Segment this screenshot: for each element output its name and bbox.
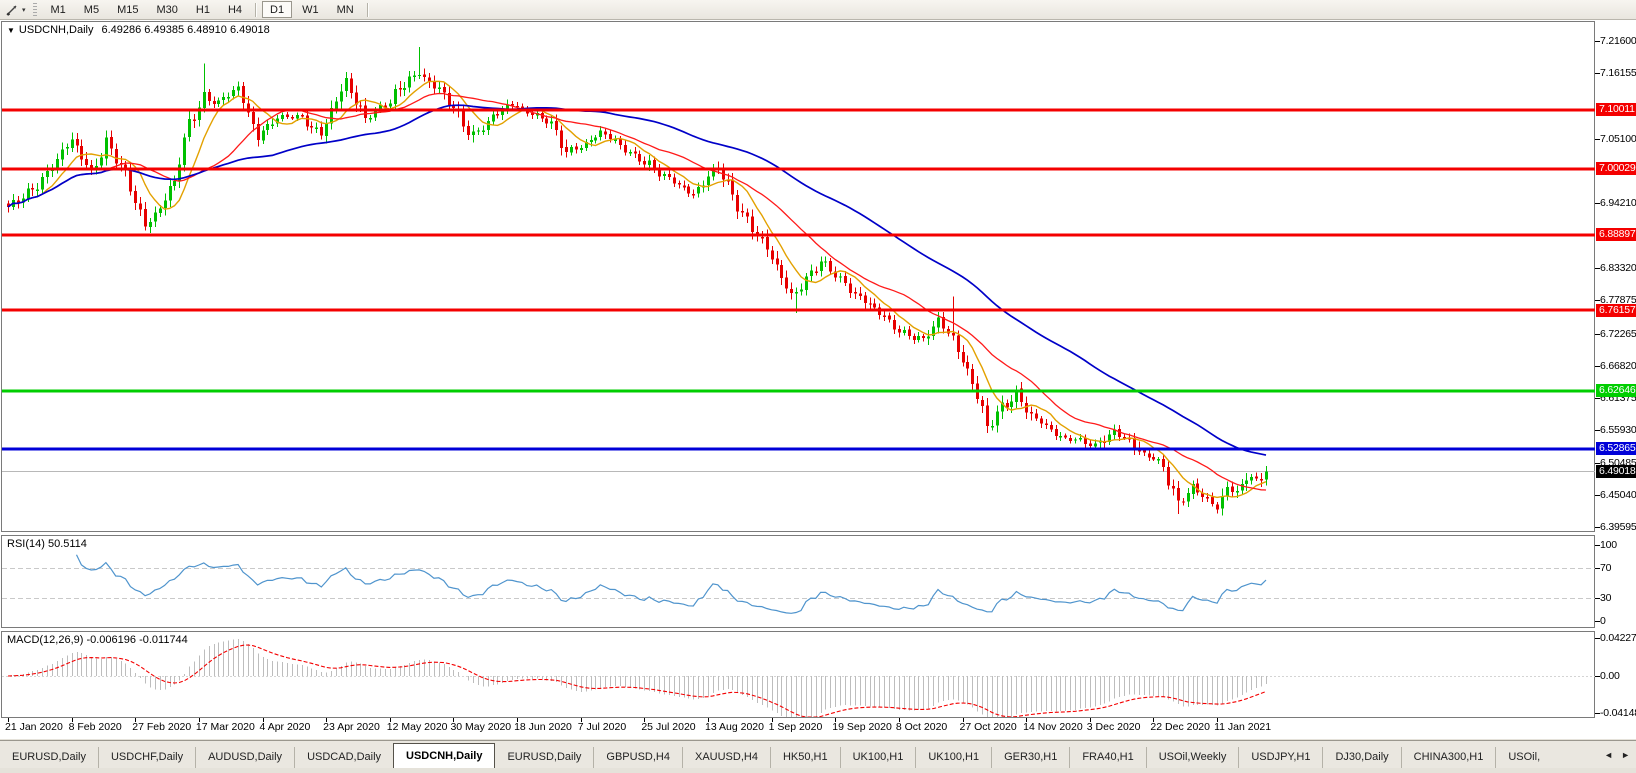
price-level-tag[interactable]: 6.62646 [1596,384,1636,398]
date-axis-label: 4 Apr 2020 [259,721,311,733]
timeframe-button-d1[interactable]: D1 [262,1,293,18]
date-axis-label: 21 Jan 2020 [5,721,63,733]
collapse-arrow-icon[interactable]: ▼ [7,26,15,35]
price-level-tag[interactable]: 7.00029 [1596,162,1636,176]
chevron-down-icon[interactable]: ▾ [22,6,26,14]
rsi-axis-label: 30 [1600,592,1612,605]
macd-axis-label: -0.04148 [1600,707,1636,720]
chart-symbol-label: USDCNH,Daily [18,24,94,36]
timeframe-button-w1[interactable]: W1 [294,1,327,18]
chart-quote-values: 6.49286 6.49385 6.48910 6.49018 [101,24,270,36]
date-axis-label: 30 May 2020 [450,721,512,733]
chart-title: ▼ USDCNH,Daily 6.49286 6.49385 6.48910 6.4… [7,24,270,36]
cursor-tool-button[interactable]: ▾ [2,1,29,18]
toolbar-grip[interactable] [32,3,37,16]
price-chart-panel[interactable] [1,21,1595,532]
chart-tabs: EURUSD,Daily USDCHF,Daily AUDUSD,Daily USDC… [0,741,1598,768]
price-axis-label: 6.72265 [1600,327,1636,340]
tab-scroll-right-icon[interactable]: ► [1621,750,1630,760]
timeframe-button-m5[interactable]: M5 [76,1,107,18]
toolbar-separator [366,2,369,17]
chart-tab-usdchf-daily[interactable]: USDCHF,Daily [97,747,195,768]
timeframe-button-h1[interactable]: H1 [188,1,218,18]
price-axis-label: 6.39595 [1600,521,1636,534]
price-axis-label: 6.45040 [1600,489,1636,501]
date-axis-label: 22 Dec 2020 [1150,721,1210,733]
date-axis-label: 25 Jul 2020 [641,721,696,733]
date-axis-label: 12 May 2020 [386,721,448,733]
chart-tab-bar: EURUSD,Daily USDCHF,Daily AUDUSD,Daily USDC… [0,740,1636,768]
price-level-tag[interactable]: 6.52865 [1596,442,1636,456]
chart-tab-usdcnh-daily[interactable]: USDCNH,Daily [393,743,496,768]
chart-tab-usoil[interactable]: USOil, [1495,747,1552,768]
chart-tab-usdjpy-h1[interactable]: USDJPY,H1 [1238,747,1322,768]
date-axis-label: 27 Oct 2020 [959,721,1017,733]
date-axis-label: 3 Dec 2020 [1086,721,1141,733]
chart-tab-usoil-weekly[interactable]: USOil,Weekly [1145,747,1239,768]
price-axis-label: 6.83320 [1600,262,1636,274]
date-axis-label: 11 Jan 2021 [1214,721,1272,733]
timeframe-button-m15[interactable]: M15 [109,1,146,18]
date-axis-label: 13 Aug 2020 [704,721,764,733]
macd-indicator-panel[interactable] [1,631,1595,718]
date-axis-label: 17 Mar 2020 [195,721,255,733]
timeframe-buttons: M1 M5 M15 M30 H1 H4 D1 W1 MN [42,1,373,18]
price-level-tag[interactable]: 6.88897 [1596,228,1636,242]
timeframe-button-m30[interactable]: M30 [148,1,185,18]
tab-scroll-buttons: ◄ ► [1598,741,1636,768]
timeframe-button-h4[interactable]: H4 [220,1,250,18]
date-axis-label: 19 Sep 2020 [832,721,892,733]
date-axis-label: 27 Feb 2020 [132,721,192,733]
chart-tab-dj30-daily[interactable]: DJ30,Daily [1322,747,1400,768]
toolbar-separator [255,2,258,17]
price-level-tag[interactable]: 6.76157 [1596,303,1636,317]
chart-tab-eurusd-daily[interactable]: EURUSD,Daily [495,747,593,768]
rsi-indicator-label: RSI(14) 50.5114 [7,538,87,550]
date-axis-label: 8 Feb 2020 [68,721,122,733]
date-axis-label: 8 Oct 2020 [895,721,948,733]
chart-tab-fra40-h1[interactable]: FRA40,H1 [1069,747,1145,768]
price-axis-label: 7.21600 [1600,35,1636,47]
date-axis-label: 14 Nov 2020 [1023,721,1083,733]
chart-tab-audusd-daily[interactable]: AUDUSD,Daily [195,747,294,768]
chart-tab-china300-h1[interactable]: CHINA300,H1 [1400,747,1496,768]
cursor-tool-icon [6,5,17,16]
chart-tab-xauusd-h4[interactable]: XAUUSD,H4 [681,747,770,768]
chart-tab-gbpusd-h4[interactable]: GBPUSD,H4 [593,747,682,768]
price-axis-label: 6.66820 [1600,359,1636,372]
chart-tab-usdcad-daily[interactable]: USDCAD,Daily [294,747,393,768]
macd-axis-label: 0.042275 [1600,631,1636,644]
date-axis-label: 1 Sep 2020 [768,721,823,733]
current-price-tag: 6.49018 [1596,464,1636,478]
rsi-axis-label: 0 [1600,615,1606,627]
price-level-tag[interactable]: 7.10011 [1596,103,1636,117]
chart-tab-uk100-h1[interactable]: UK100,H1 [839,747,916,768]
mt4-terminal: { "toolbar": { "dropdown_glyph": "▾", "t… [0,0,1636,773]
chart-tab-eurusd-daily[interactable]: EURUSD,Daily [0,747,98,768]
timeframe-toolbar: ▾ M1 M5 M15 M30 H1 H4 D1 W1 MN [0,0,1636,20]
rsi-indicator-panel[interactable] [1,535,1595,628]
price-axis-label: 7.05100 [1600,132,1636,145]
chart-tab-hk50-h1[interactable]: HK50,H1 [769,747,840,768]
tab-scroll-left-icon[interactable]: ◄ [1604,750,1613,760]
rsi-axis-label: 70 [1600,561,1612,574]
price-axis-label: 6.55930 [1600,424,1636,437]
price-axis-label: 7.16155 [1600,67,1636,80]
macd-axis-label: 0.00 [1600,670,1620,682]
rsi-axis-label: 100 [1600,539,1617,551]
chart-tab-uk100-h1[interactable]: UK100,H1 [915,747,991,768]
date-axis-label: 23 Apr 2020 [323,721,380,733]
chart-tab-ger30-h1[interactable]: GER30,H1 [991,747,1069,768]
macd-indicator-label: MACD(12,26,9) -0.006196 -0.011744 [7,634,188,646]
date-axis-label: 7 Jul 2020 [577,721,627,733]
price-axis-label: 6.94210 [1600,197,1636,210]
timeframe-button-mn[interactable]: MN [329,1,362,18]
date-axis-label: 18 Jun 2020 [514,721,572,733]
timeframe-button-m1[interactable]: M1 [43,1,74,18]
